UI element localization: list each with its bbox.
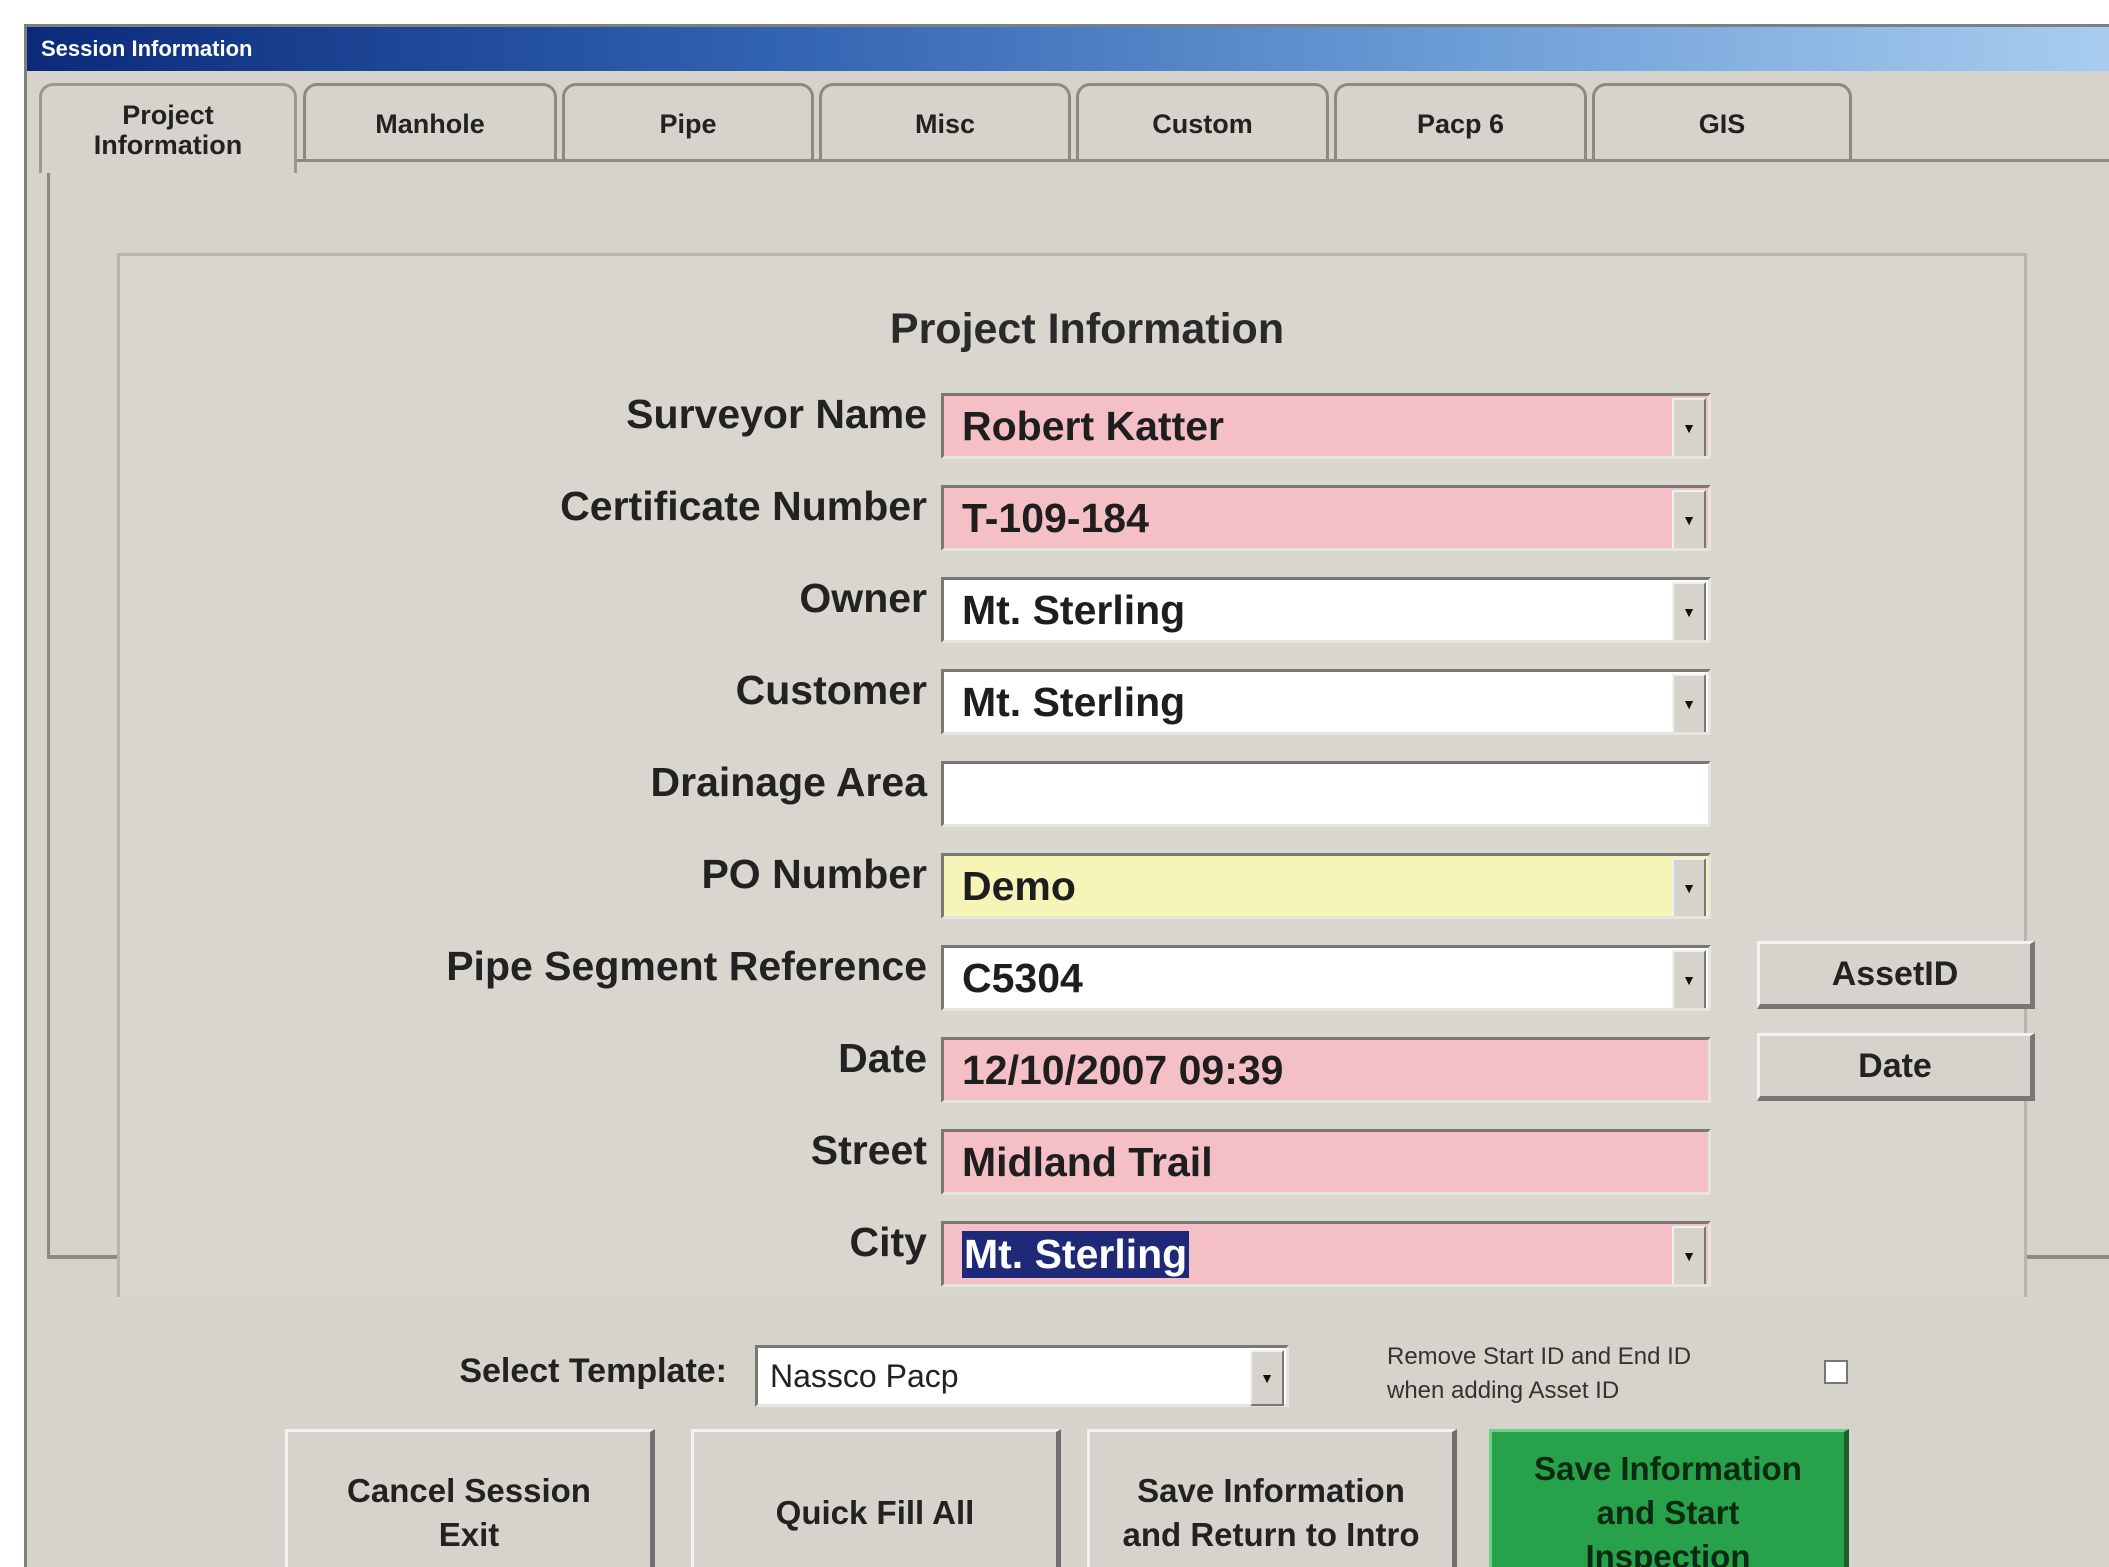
tab-misc[interactable]: Misc — [819, 83, 1071, 161]
chevron-down-icon[interactable]: ▼ — [1250, 1350, 1284, 1406]
date-value: 12/10/2007 09:39 — [962, 1046, 1284, 1093]
certificate-number-combo[interactable]: T-109-184 ▼ — [941, 485, 1711, 551]
chevron-down-icon[interactable]: ▼ — [1672, 858, 1706, 916]
city-combo[interactable]: Mt. Sterling ▼ — [941, 1221, 1711, 1287]
remove-id-checkbox[interactable] — [1824, 1360, 1848, 1384]
tab-label: Pacp 6 — [1416, 108, 1505, 139]
owner-label: Owner — [799, 575, 927, 621]
quick-fill-all-button[interactable]: Quick Fill All — [691, 1429, 1061, 1567]
street-label: Street — [810, 1127, 927, 1173]
surveyor-name-combo[interactable]: Robert Katter ▼ — [941, 393, 1711, 459]
city-label: City — [849, 1219, 927, 1265]
street-value: Midland Trail — [962, 1138, 1213, 1185]
tab-label: Misc — [914, 108, 976, 139]
city-value: Mt. Sterling — [962, 1230, 1190, 1278]
cancel-session-button[interactable]: Cancel Session Exit — [285, 1429, 655, 1567]
tab-manhole[interactable]: Manhole — [303, 83, 557, 161]
chevron-down-icon[interactable]: ▼ — [1672, 674, 1706, 732]
save-start-inspection-button[interactable]: Save Information and Start Inspection — [1489, 1429, 1849, 1567]
certificate-number-label: Certificate Number — [560, 483, 927, 529]
tab-label: Project Information — [93, 99, 243, 160]
chevron-down-icon[interactable]: ▼ — [1672, 398, 1706, 456]
surveyor-name-label: Surveyor Name — [626, 391, 927, 437]
certificate-number-value: T-109-184 — [962, 494, 1149, 541]
tab-gis[interactable]: GIS — [1592, 83, 1852, 161]
tab-project-information[interactable]: Project Information — [39, 83, 297, 173]
tab-label: Manhole — [375, 108, 485, 139]
section-title: Project Information — [889, 305, 1285, 353]
chevron-down-icon[interactable]: ▼ — [1672, 490, 1706, 548]
date-input[interactable]: 12/10/2007 09:39 — [941, 1037, 1711, 1103]
tab-pacp-6[interactable]: Pacp 6 — [1334, 83, 1587, 161]
owner-combo[interactable]: Mt. Sterling ▼ — [941, 577, 1711, 643]
select-template-label: Select Template: — [459, 1352, 727, 1390]
tab-label: GIS — [1698, 108, 1746, 139]
owner-value: Mt. Sterling — [962, 586, 1186, 633]
po-number-value: Demo — [962, 862, 1076, 909]
tab-custom[interactable]: Custom — [1076, 83, 1329, 161]
title-bar: Session Information — [27, 27, 2109, 71]
drainage-area-label: Drainage Area — [650, 759, 928, 805]
session-window: Session Information Project Information … — [24, 24, 2109, 1567]
pipe-segment-reference-value: C5304 — [962, 954, 1083, 1001]
po-number-combo[interactable]: Demo ▼ — [941, 853, 1711, 919]
tab-pipe[interactable]: Pipe — [562, 83, 814, 161]
customer-combo[interactable]: Mt. Sterling ▼ — [941, 669, 1711, 735]
window-title: Session Information — [41, 36, 253, 61]
drainage-area-input[interactable] — [941, 761, 1711, 827]
tab-label: Pipe — [659, 108, 717, 139]
asset-id-button[interactable]: AssetID — [1757, 941, 2035, 1009]
save-return-button[interactable]: Save Information and Return to Intro — [1087, 1429, 1457, 1567]
chevron-down-icon[interactable]: ▼ — [1672, 1226, 1706, 1284]
date-label: Date — [838, 1035, 927, 1081]
pipe-segment-reference-label: Pipe Segment Reference — [446, 943, 927, 989]
template-value: Nassco Pacp — [770, 1357, 959, 1394]
tab-label: Custom — [1152, 108, 1253, 139]
remove-id-label: Remove Start ID and End ID when adding A… — [1387, 1343, 1692, 1404]
date-button[interactable]: Date — [1757, 1033, 2035, 1101]
chevron-down-icon[interactable]: ▼ — [1672, 582, 1706, 640]
customer-value: Mt. Sterling — [962, 678, 1186, 725]
po-number-label: PO Number — [701, 851, 927, 897]
surveyor-name-value: Robert Katter — [962, 402, 1224, 449]
street-input[interactable]: Midland Trail — [941, 1129, 1711, 1195]
chevron-down-icon[interactable]: ▼ — [1672, 950, 1706, 1008]
pipe-segment-reference-combo[interactable]: C5304 ▼ — [941, 945, 1711, 1011]
template-select[interactable]: Nassco Pacp ▼ — [755, 1345, 1289, 1407]
customer-label: Customer — [735, 667, 927, 713]
